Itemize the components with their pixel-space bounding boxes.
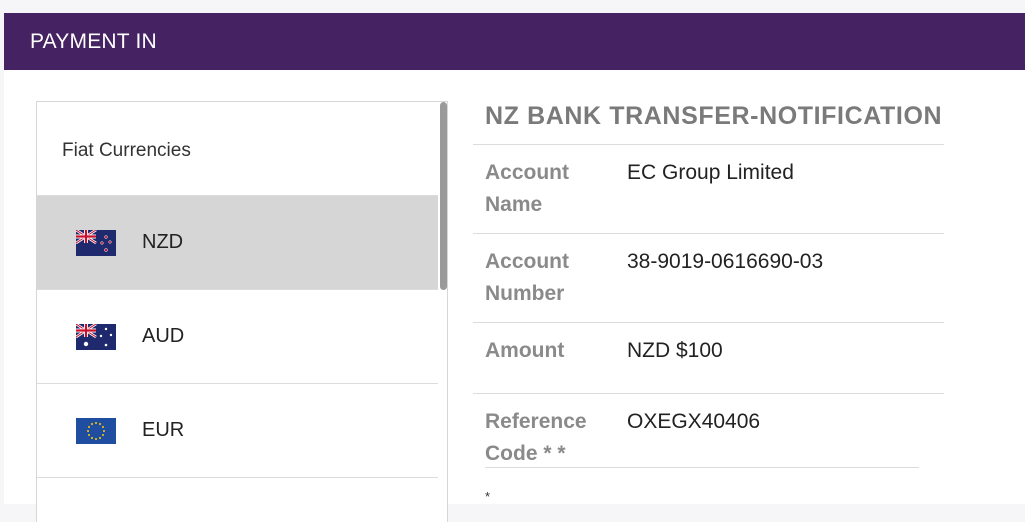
detail-value: NZD $100 — [627, 339, 723, 362]
payment-details-table: Account Name EC Group Limited Account Nu… — [473, 144, 944, 474]
footnote-marker: * — [485, 489, 491, 504]
transfer-notification-title: NZ BANK TRANSFER-NOTIFICATION — [485, 102, 943, 130]
page-header: PAYMENT IN — [4, 13, 1025, 70]
main-content: Fiat Currencies NZD AUD EUR NZ BANK TRAN… — [4, 70, 1025, 522]
currency-code: EUR — [142, 419, 185, 441]
detail-value: 38-9019-0616690-03 — [627, 250, 824, 273]
detail-value: EC Group Limited — [627, 161, 794, 184]
detail-label: Reference Code * * — [485, 410, 587, 465]
page-title: PAYMENT IN — [30, 30, 157, 53]
detail-row-amount: Amount NZD $100 — [473, 322, 944, 393]
currency-item-nzd[interactable]: NZD — [37, 196, 438, 290]
currency-list-header: Fiat Currencies — [37, 102, 438, 196]
currency-code: NZD — [142, 231, 184, 253]
details-divider — [485, 467, 919, 468]
currency-list-panel[interactable]: Fiat Currencies NZD AUD EUR — [36, 101, 448, 522]
currency-item-aud[interactable]: AUD — [37, 290, 438, 384]
detail-label: Account Name — [485, 161, 569, 216]
detail-row-reference-code: Reference Code * * OXEGX40406 — [473, 393, 944, 474]
detail-value: OXEGX40406 — [627, 410, 761, 433]
nz-flag-icon — [76, 230, 116, 256]
detail-row-account-name: Account Name EC Group Limited — [473, 144, 944, 233]
list-scrollbar[interactable] — [440, 102, 447, 290]
fiat-currencies-heading: Fiat Currencies — [62, 140, 191, 161]
currency-code: AUD — [142, 325, 185, 347]
detail-label: Amount — [485, 339, 565, 362]
au-flag-icon — [76, 324, 116, 350]
currency-item-eur[interactable]: EUR — [37, 384, 438, 478]
detail-row-account-number: Account Number 38-9019-0616690-03 — [473, 233, 944, 322]
detail-label: Account Number — [485, 250, 569, 305]
eu-flag-icon — [76, 418, 116, 444]
